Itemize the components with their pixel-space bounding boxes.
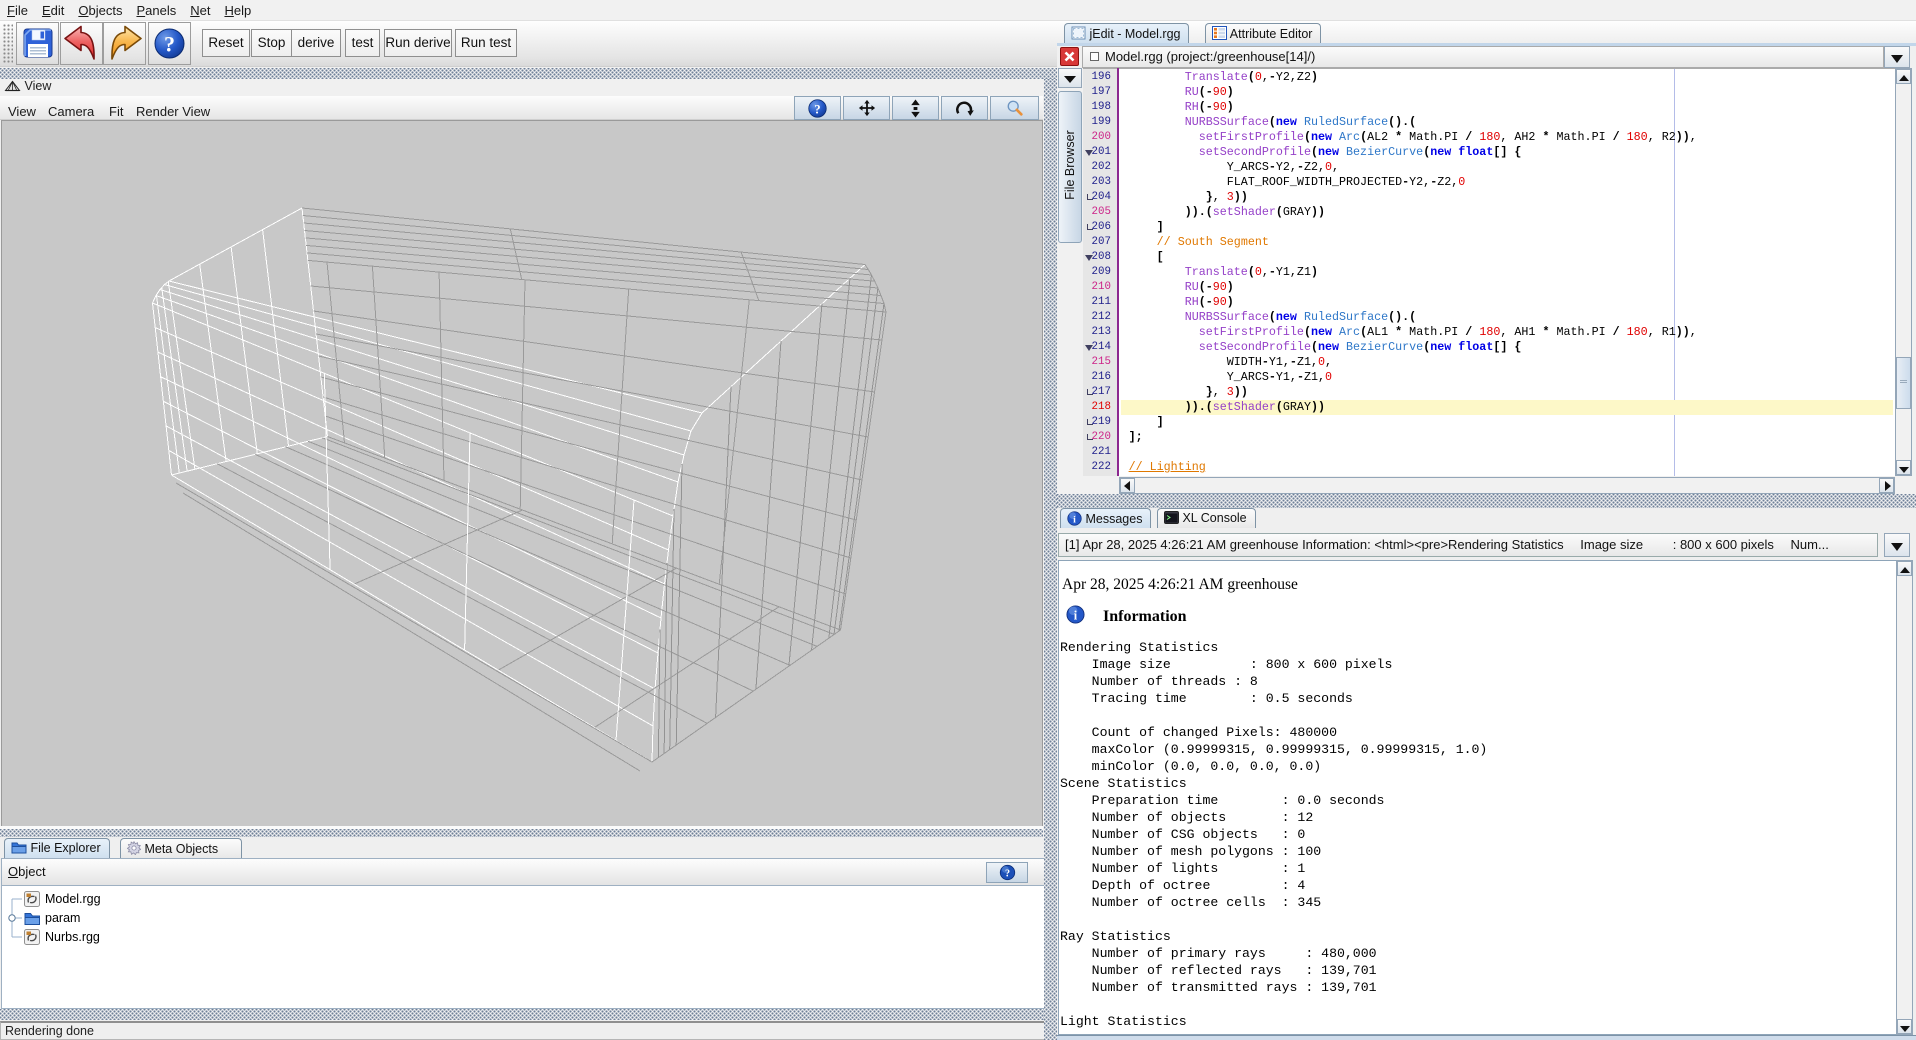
svg-text:i: i	[1074, 608, 1078, 622]
svg-text:?: ?	[164, 32, 175, 57]
svg-text:param: param	[45, 911, 80, 925]
svg-text:?: ?	[1004, 868, 1009, 879]
svg-text:Model.rgg: Model.rgg	[45, 892, 101, 906]
svg-text:i: i	[1073, 514, 1076, 525]
svg-text:?: ?	[814, 102, 820, 116]
svg-text:Nurbs.rgg: Nurbs.rgg	[45, 930, 100, 944]
